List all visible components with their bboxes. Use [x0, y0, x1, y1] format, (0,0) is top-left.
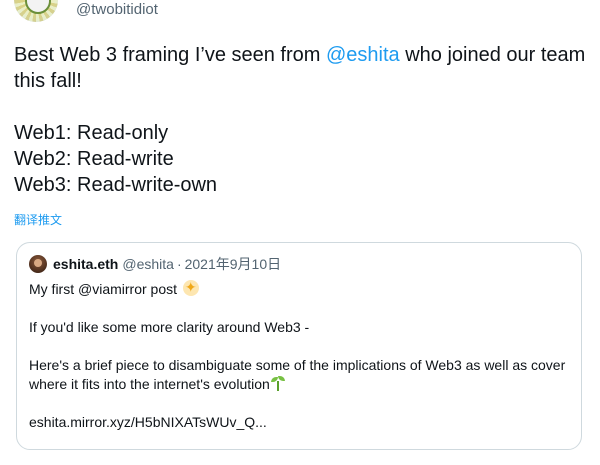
definition-web2: Web2: Read-write [14, 148, 174, 170]
author-avatar[interactable] [14, 0, 58, 22]
tweet[interactable]: @twobitidiot Best Web 3 framing I’ve see… [0, 0, 600, 465]
quoted-line-3-text: Here's a brief piece to disambiguate som… [29, 357, 566, 392]
seedling-emoji-icon [270, 375, 285, 391]
quoted-gap [29, 337, 569, 356]
quoted-link[interactable]: eshita.mirror.xyz/H5bNIXATsWUv_Q... [29, 413, 569, 432]
quoted-line-3: Here's a brief piece to disambiguate som… [29, 356, 569, 394]
quoted-tweet-date[interactable]: 2021年9月10日 [185, 254, 282, 274]
quoted-line-1-text: My first @viamirror post [29, 281, 177, 297]
tweet-text: Best Web 3 framing I’ve seen from @eshit… [14, 42, 589, 198]
definition-web3: Web3: Read-write-own [14, 174, 218, 196]
quoted-tweet[interactable]: eshita.eth @eshita · 2021年9月10日 My first… [16, 242, 582, 450]
quoted-line-2: If you'd like some more clarity around W… [29, 319, 310, 335]
quoted-tweet-body: My first @viamirror post If you'd like s… [29, 278, 569, 432]
translate-tweet-link[interactable]: 翻译推文 [14, 211, 62, 228]
quoted-gap [29, 299, 569, 318]
quoted-tweet-header: eshita.eth @eshita · 2021年9月10日 [29, 254, 569, 274]
quoted-line-1: My first @viamirror post [29, 278, 569, 299]
sparkle-emoji-icon [182, 278, 199, 297]
tweet-intro: Best Web 3 framing I’ve seen from @eshit… [14, 42, 589, 94]
quoted-author-name[interactable]: eshita.eth [53, 256, 118, 272]
quoted-gap [29, 394, 569, 413]
separator-dot: · [176, 256, 182, 272]
definition-web1: Web1: Read-only [14, 122, 169, 144]
author-handle[interactable]: @twobitidiot [76, 1, 158, 18]
mention-link[interactable]: @eshita [326, 44, 400, 66]
quoted-author-avatar[interactable] [29, 255, 47, 273]
tweet-intro-before: Best Web 3 framing I’ve seen from [14, 44, 326, 66]
tweet-header: @twobitidiot [14, 0, 158, 22]
quoted-author-handle[interactable]: @eshita [122, 256, 174, 272]
